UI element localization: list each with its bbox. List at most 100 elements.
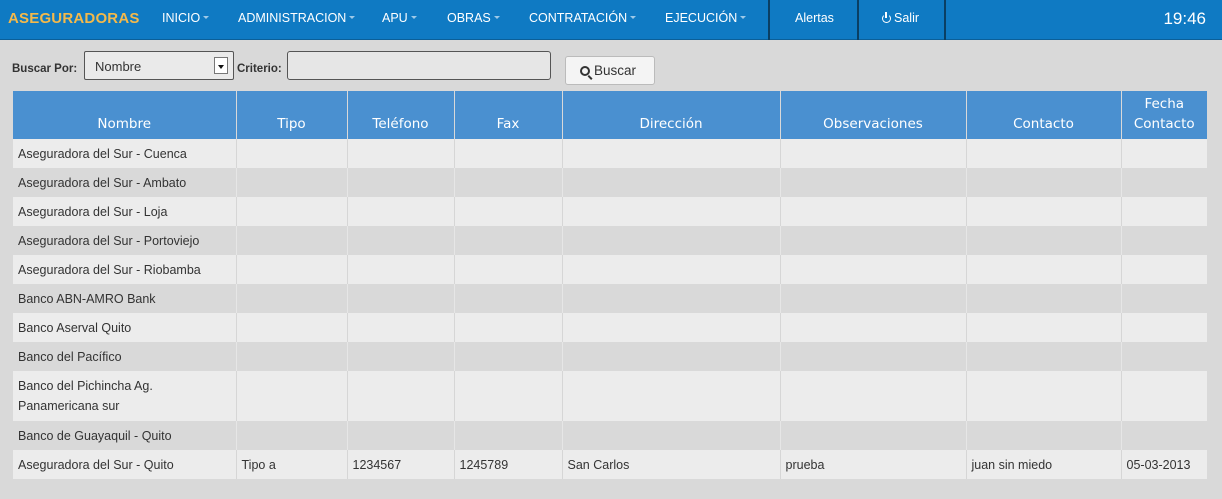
cell-fax: [453, 197, 562, 226]
cell-contacto: [965, 313, 1121, 342]
cell-fecha-contacto: 05-03-2013: [1120, 450, 1207, 479]
cell-tipo: [235, 255, 347, 284]
cell-observaciones: [779, 284, 966, 313]
cell-fecha-contacto: [1120, 255, 1207, 284]
cell-contacto: [965, 284, 1121, 313]
chevron-down-icon: [740, 16, 747, 20]
column-header-contacto[interactable]: Contacto: [965, 91, 1121, 139]
cell-fax: [453, 342, 562, 371]
cell-contacto: [965, 421, 1121, 450]
cell-nombre: Aseguradora del Sur - Riobamba: [13, 255, 236, 284]
chevron-down-icon: [493, 16, 500, 20]
cell-tipo: Tipo a: [235, 450, 347, 479]
cell-observaciones: [779, 313, 966, 342]
table-row[interactable]: Banco del Pichincha Ag. Panamericana sur: [13, 371, 1207, 421]
cell-fecha-contacto: [1120, 342, 1207, 371]
cell-telefono: 1234567: [346, 450, 454, 479]
buscar-por-value: Nombre: [95, 59, 142, 74]
cell-fecha-contacto: [1120, 421, 1207, 450]
cell-fax: [453, 421, 562, 450]
cell-contacto: [965, 226, 1121, 255]
chevron-down-icon: [410, 16, 417, 20]
table-row[interactable]: Aseguradora del Sur - Cuenca: [13, 139, 1207, 168]
menu-ejecucion[interactable]: EJECUCIÓN: [665, 11, 747, 25]
column-header-direccion[interactable]: Dirección: [561, 91, 780, 139]
chevron-down-icon: [349, 16, 356, 20]
cell-observaciones: [779, 139, 966, 168]
table-row[interactable]: Banco del Pacífico: [13, 342, 1207, 371]
alertas-link[interactable]: Alertas: [795, 11, 834, 25]
criterio-input[interactable]: [287, 51, 551, 80]
buscar-button-label: Buscar: [594, 63, 637, 78]
table-header-row: Nombre Tipo Teléfono Fax Dirección Obser…: [13, 91, 1207, 139]
column-header-telefono[interactable]: Teléfono: [346, 91, 454, 139]
cell-fecha-contacto: [1120, 226, 1207, 255]
table-row[interactable]: Banco Aserval Quito: [13, 313, 1207, 342]
column-header-fecha-contacto[interactable]: Fecha Contacto: [1120, 91, 1207, 139]
cell-contacto: juan sin miedo: [965, 450, 1121, 479]
cell-nombre: Aseguradora del Sur - Quito: [13, 450, 236, 479]
cell-telefono: [346, 255, 454, 284]
cell-fecha-contacto: [1120, 168, 1207, 197]
cell-tipo: [235, 313, 347, 342]
app-brand[interactable]: ASEGURADORAS: [8, 10, 140, 27]
column-header-nombre[interactable]: Nombre: [13, 91, 236, 139]
cell-fecha-contacto: [1120, 371, 1207, 421]
cell-observaciones: [779, 197, 966, 226]
cell-fax: [453, 168, 562, 197]
cell-tipo: [235, 371, 347, 421]
column-header-observaciones[interactable]: Observaciones: [779, 91, 966, 139]
menu-administracion[interactable]: ADMINISTRACION: [238, 11, 356, 25]
cell-observaciones: [779, 226, 966, 255]
cell-direccion: [561, 168, 780, 197]
menu-inicio-label: INICIO: [162, 11, 201, 25]
table-row[interactable]: Aseguradora del Sur - Riobamba: [13, 255, 1207, 284]
buscar-por-label: Buscar Por:: [12, 63, 78, 75]
column-header-fax[interactable]: Fax: [453, 91, 562, 139]
cell-fax: 1245789: [453, 450, 562, 479]
navbar-divider: [857, 0, 859, 40]
cell-contacto: [965, 168, 1121, 197]
menu-inicio[interactable]: INICIO: [162, 11, 210, 25]
cell-direccion: [561, 255, 780, 284]
cell-direccion: [561, 197, 780, 226]
cell-direccion: [561, 313, 780, 342]
menu-apu[interactable]: APU: [382, 11, 417, 25]
cell-tipo: [235, 284, 347, 313]
salir-link[interactable]: Salir: [882, 11, 919, 25]
cell-fax: [453, 313, 562, 342]
cell-nombre: Banco del Pacífico: [13, 342, 236, 371]
menu-obras[interactable]: OBRAS: [447, 11, 500, 25]
buscar-button[interactable]: Buscar: [565, 56, 655, 85]
cell-contacto: [965, 197, 1121, 226]
cell-nombre: Aseguradora del Sur - Portoviejo: [13, 226, 236, 255]
column-header-tipo[interactable]: Tipo: [235, 91, 347, 139]
cell-telefono: [346, 284, 454, 313]
table-row[interactable]: Aseguradora del Sur - Quito Tipo a 1234567…: [13, 450, 1207, 479]
dropdown-arrow-icon[interactable]: [214, 57, 228, 74]
clock: 19:46: [1163, 9, 1206, 28]
table-row[interactable]: Banco ABN-AMRO Bank: [13, 284, 1207, 313]
cell-fecha-contacto: [1120, 284, 1207, 313]
cell-direccion: San Carlos: [561, 450, 780, 479]
cell-fecha-contacto: [1120, 313, 1207, 342]
cell-fax: [453, 139, 562, 168]
cell-fecha-contacto: [1120, 139, 1207, 168]
cell-tipo: [235, 342, 347, 371]
table-row[interactable]: Aseguradora del Sur - Loja: [13, 197, 1207, 226]
table-row[interactable]: Aseguradora del Sur - Portoviejo: [13, 226, 1207, 255]
cell-contacto: [965, 139, 1121, 168]
menu-ejecucion-label: EJECUCIÓN: [665, 11, 738, 25]
chevron-down-icon: [630, 16, 637, 20]
cell-contacto: [965, 342, 1121, 371]
buscar-por-select[interactable]: Nombre: [84, 51, 234, 80]
cell-direccion: [561, 342, 780, 371]
cell-nombre: Banco Aserval Quito: [13, 313, 236, 342]
salir-label: Salir: [894, 11, 920, 25]
cell-fax: [453, 284, 562, 313]
table-row[interactable]: Aseguradora del Sur - Ambato: [13, 168, 1207, 197]
power-icon: [882, 12, 891, 23]
table-row[interactable]: Banco de Guayaquil - Quito: [13, 421, 1207, 450]
menu-contratacion[interactable]: CONTRATACIÓN: [529, 11, 637, 25]
cell-telefono: [346, 371, 454, 421]
